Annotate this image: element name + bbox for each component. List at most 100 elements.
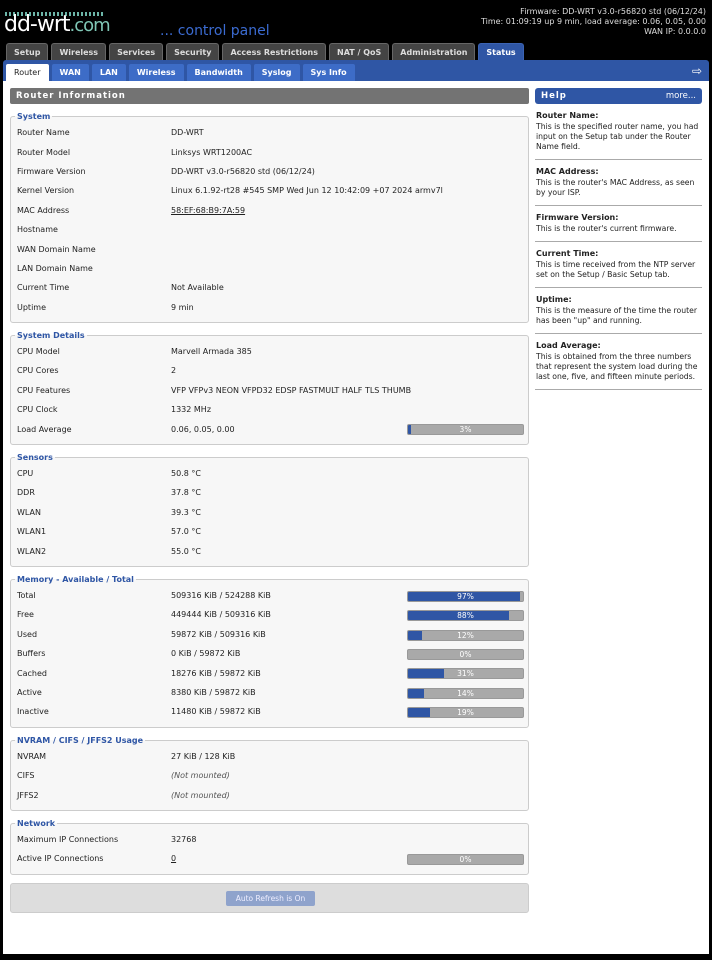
sensors-row: CPU 50.8 °C <box>17 464 528 483</box>
help-item-title: MAC Address: <box>536 167 599 176</box>
row-label: Free <box>17 610 34 620</box>
row-label: WLAN <box>17 507 42 517</box>
help-item-title: Current Time: <box>536 249 599 258</box>
row-label: LAN Domain Name <box>17 263 93 273</box>
system-details-row: CPU Clock 1332 MHz <box>17 400 528 419</box>
row-label: Kernel Version <box>17 186 75 196</box>
sensors-row: WLAN1 57.0 °C <box>17 522 528 541</box>
row-label: CPU <box>17 469 34 479</box>
system-row: Current Time Not Available <box>17 278 528 297</box>
help-item: Uptime: This is the measure of the time t… <box>535 288 702 334</box>
memory-row: Cached 18276 KiB / 59872 KiB 31% <box>17 663 528 682</box>
progress-label: 19% <box>457 708 474 718</box>
system-row: Firmware Version DD-WRT v3.0-r56820 std (… <box>17 162 528 181</box>
logo-text: dd-wrt <box>4 12 71 37</box>
system-details-row: Load Average 0.06, 0.05, 0.00 3% <box>17 419 528 438</box>
network-row: Maximum IP Connections 32768 <box>17 830 528 849</box>
subtab-lan[interactable]: LAN <box>91 64 126 81</box>
row-value: 37.8 °C <box>171 488 201 498</box>
row-label: Uptime <box>17 302 47 312</box>
subtab-router[interactable]: Router <box>6 64 49 81</box>
tab-services[interactable]: Services <box>109 43 164 60</box>
row-value: (Not mounted) <box>171 790 230 800</box>
row-value: VFP VFPv3 NEON VFPD32 EDSP FASTMULT HALF… <box>171 385 412 395</box>
row-value: Marvell Armada 385 <box>171 347 252 357</box>
row-value: DD-WRT <box>171 128 204 138</box>
system-details-row: CPU Cores 2 <box>17 361 528 380</box>
logo: dd-wrt.com <box>4 12 111 37</box>
row-value: 55.0 °C <box>171 546 201 556</box>
network-row: Active IP Connections 0 0% <box>17 849 528 868</box>
row-value: 9 min <box>171 302 194 312</box>
mac-address-link[interactable]: 58:EF:68:B9:7A:59 <box>171 206 245 215</box>
row-value: Not Available <box>171 283 224 293</box>
progress-bar: 0% <box>407 648 524 660</box>
refresh-area: Auto Refresh is On <box>10 882 529 913</box>
row-label: Inactive <box>17 707 49 717</box>
subtab-bandwidth[interactable]: Bandwidth <box>186 64 251 81</box>
tab-setup[interactable]: Setup <box>6 43 49 60</box>
progress-bar: 14% <box>407 687 524 699</box>
active-connections-link[interactable]: 0 <box>171 854 176 863</box>
nvram-row: JFFS2 (Not mounted) <box>17 785 528 804</box>
memory-row: Free 449444 KiB / 509316 KiB 88% <box>17 605 528 624</box>
row-value: 50.8 °C <box>171 469 201 479</box>
progress-label: 88% <box>457 611 474 621</box>
row-label: Cached <box>17 668 47 678</box>
tab-access-restrictions[interactable]: Access Restrictions <box>222 43 326 60</box>
row-label: WLAN1 <box>17 527 47 537</box>
tab-administration[interactable]: Administration <box>392 43 476 60</box>
tab-nat-qos[interactable]: NAT / QoS <box>329 43 390 60</box>
row-label: Active <box>17 687 42 697</box>
system-row: LAN Domain Name <box>17 259 528 278</box>
row-label: CIFS <box>17 771 35 781</box>
system-fieldset: System Router Name DD-WRT Router Model Links… <box>10 112 529 323</box>
tab-status[interactable]: Status <box>478 43 524 60</box>
system-row: Hostname <box>17 220 528 239</box>
row-label: Current Time <box>17 283 70 293</box>
main-tabs: Setup Wireless Services Security Access Rest… <box>6 43 524 60</box>
network-fieldset: Network Maximum IP Connections 32768 Active… <box>10 818 529 875</box>
help-item-title: Uptime: <box>536 295 572 304</box>
nvram-row: NVRAM 27 KiB / 128 KiB <box>17 747 528 766</box>
firmware-info: Firmware: DD-WRT v3.0-r56820 std (06/12/… <box>481 7 706 37</box>
progress-bar: 0% <box>407 854 524 866</box>
system-details-fieldset: System Details CPU Model Marvell Armada 38… <box>10 330 529 445</box>
progress-label: 12% <box>457 630 474 640</box>
memory-row: Used 59872 KiB / 509316 KiB 12% <box>17 625 528 644</box>
subtab-wan[interactable]: WAN <box>51 64 89 81</box>
logo-com: .com <box>69 15 111 36</box>
system-row: Router Model Linksys WRT1200AC <box>17 142 528 161</box>
row-value: (Not mounted) <box>171 771 230 781</box>
row-label: CPU Features <box>17 385 71 395</box>
help-more-link[interactable]: more... <box>666 88 696 104</box>
nvram-row: CIFS (Not mounted) <box>17 766 528 785</box>
help-item-title: Firmware Version: <box>536 213 619 222</box>
subtab-wireless[interactable]: Wireless <box>128 64 184 81</box>
row-value: Linux 6.1.92-rt28 #545 SMP Wed Jun 12 10… <box>171 186 443 196</box>
sub-tabs: Router WAN LAN Wireless Bandwidth Syslog Sys I… <box>6 64 355 81</box>
tab-wireless[interactable]: Wireless <box>51 43 107 60</box>
row-value: 58:EF:68:B9:7A:59 <box>171 206 528 215</box>
auto-refresh-button[interactable]: Auto Refresh is On <box>226 890 315 906</box>
help-item-text: This is the measure of the time the rout… <box>536 306 698 325</box>
system-row: WAN Domain Name <box>17 239 528 258</box>
row-label: Router Name <box>17 128 70 138</box>
subtab-syslog[interactable]: Syslog <box>253 64 300 81</box>
system-details-legend: System Details <box>17 330 85 340</box>
progress-bar: 88% <box>407 610 524 622</box>
row-value: 39.3 °C <box>171 507 201 517</box>
sensors-row: DDR 37.8 °C <box>17 483 528 502</box>
tab-security[interactable]: Security <box>166 43 220 60</box>
progress-label: 97% <box>457 591 474 601</box>
system-legend: System <box>17 112 51 121</box>
help-item-text: This is the specified router name, you h… <box>536 122 699 151</box>
row-label: Used <box>17 629 38 639</box>
help-item-text: This is time received from the NTP serve… <box>536 260 696 279</box>
nvram-fieldset: NVRAM / CIFS / JFFS2 Usage NVRAM 27 KiB / … <box>10 735 529 811</box>
progress-label: 14% <box>457 688 474 698</box>
logout-icon[interactable]: ⇨ <box>692 64 702 78</box>
help-title: Help <box>541 91 567 101</box>
subtab-sys-info[interactable]: Sys Info <box>302 64 355 81</box>
sensors-row: WLAN2 55.0 °C <box>17 541 528 560</box>
